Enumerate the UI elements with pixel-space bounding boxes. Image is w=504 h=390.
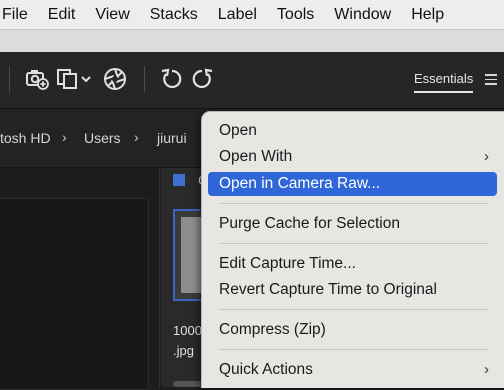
chevron-right-icon: › (134, 129, 139, 145)
menu-item-revert-capture-time[interactable]: Revert Capture Time to Original (208, 278, 497, 302)
context-menu: Open Open With › Open in Camera Raw... P… (201, 111, 504, 388)
menu-item-label: Open With (219, 148, 293, 165)
menu-item-open-with[interactable]: Open With › (208, 145, 497, 169)
menu-item-compress-zip[interactable]: Compress (Zip) (208, 318, 497, 342)
panel-divider[interactable] (159, 168, 160, 387)
menu-view[interactable]: View (85, 0, 139, 29)
menu-item-label: Quick Actions (219, 361, 313, 378)
menu-stacks[interactable]: Stacks (140, 0, 208, 29)
menu-item-label: Revert Capture Time to Original (219, 281, 437, 298)
menu-item-open-in-camera-raw[interactable]: Open in Camera Raw... (208, 172, 497, 196)
menu-separator (219, 203, 489, 204)
menu-item-open[interactable]: Open (208, 119, 497, 143)
title-strip (0, 30, 504, 52)
selection-checkbox[interactable] (173, 174, 185, 186)
menu-bar: File Edit View Stacks Label Tools Window… (0, 0, 504, 30)
menu-item-label: Open in Camera Raw... (219, 175, 381, 192)
breadcrumb-users[interactable]: Users (84, 130, 121, 146)
folders-panel (0, 198, 149, 390)
toolbar-divider (144, 66, 145, 92)
rotate-left-icon[interactable] (160, 66, 184, 92)
workspace-menu-icon[interactable] (485, 74, 497, 88)
workspace-essentials-tab[interactable]: Essentials (414, 71, 474, 93)
menu-label[interactable]: Label (208, 0, 267, 29)
submenu-arrow-icon: › (484, 361, 489, 378)
menu-edit[interactable]: Edit (38, 0, 86, 29)
toolbar: Essentials (0, 52, 504, 109)
camera-add-icon[interactable] (24, 66, 50, 92)
breadcrumb-user[interactable]: jiurui (157, 130, 187, 146)
menu-item-purge-cache[interactable]: Purge Cache for Selection (208, 212, 497, 236)
menu-window[interactable]: Window (324, 0, 401, 29)
menu-separator (219, 309, 489, 310)
menu-item-label: Purge Cache for Selection (219, 215, 400, 232)
submenu-arrow-icon: › (484, 148, 489, 165)
file-name-line2: .jpg (173, 343, 194, 358)
menu-item-quick-actions[interactable]: Quick Actions › (208, 358, 497, 382)
menu-file[interactable]: File (0, 0, 38, 29)
menu-item-edit-capture-time[interactable]: Edit Capture Time... (208, 252, 497, 276)
menu-separator (219, 243, 489, 244)
menu-tools[interactable]: Tools (267, 0, 324, 29)
menu-help[interactable]: Help (401, 0, 454, 29)
breadcrumb-volume[interactable]: tosh HD (0, 130, 51, 146)
menu-item-label: Edit Capture Time... (219, 255, 356, 272)
chevron-right-icon: › (62, 129, 67, 145)
toolbar-divider (9, 66, 10, 92)
file-name-line1: 1000 (173, 323, 202, 338)
copy-stack-icon[interactable] (56, 66, 94, 92)
menu-item-label: Compress (Zip) (219, 321, 326, 338)
aperture-icon[interactable] (102, 66, 128, 92)
menu-item-label: Open (219, 122, 257, 139)
rotate-right-icon[interactable] (190, 66, 214, 92)
menu-separator (219, 349, 489, 350)
